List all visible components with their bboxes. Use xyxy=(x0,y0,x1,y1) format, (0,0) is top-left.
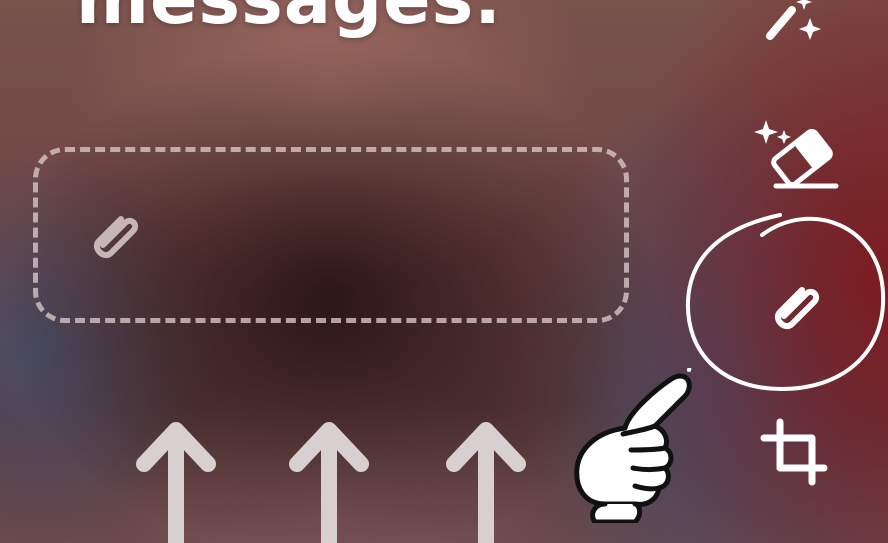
crop-icon xyxy=(760,418,828,486)
headline-text: messages. xyxy=(76,0,502,40)
magic-eraser-button[interactable] xyxy=(752,116,842,196)
magic-wand-button[interactable] xyxy=(758,0,828,46)
pointing-hand-icon xyxy=(565,368,695,523)
sparkle-eraser-icon xyxy=(754,120,839,189)
magic-wand-icon xyxy=(766,0,821,40)
up-arrow-icon xyxy=(136,420,216,543)
paperclip-icon xyxy=(774,287,820,330)
up-arrow-icon xyxy=(446,420,526,543)
crop-button[interactable] xyxy=(758,418,838,490)
attach-button[interactable] xyxy=(760,270,830,340)
paperclip-icon xyxy=(79,199,149,269)
up-arrow-icon xyxy=(289,420,369,543)
